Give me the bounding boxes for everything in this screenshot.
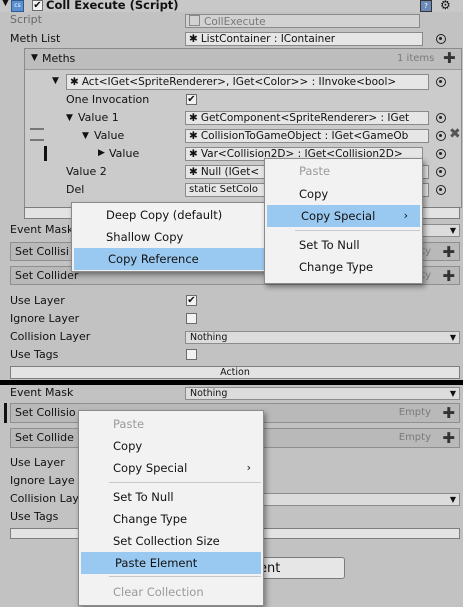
copy-special-item[interactable]: Copy Special ›	[267, 205, 420, 227]
screenshot-divider	[0, 380, 463, 385]
value2-label: Value 2	[66, 165, 107, 178]
meths-count: 1 items	[397, 53, 435, 64]
menu-separator	[295, 230, 420, 231]
meths-label: Meths	[42, 52, 76, 65]
value-inner-label: Value	[109, 147, 140, 160]
submenu-arrow-icon: ›	[403, 209, 408, 222]
paste-item: Paste	[299, 164, 331, 178]
value-foldout-icon[interactable]: ▼	[82, 131, 89, 141]
use-layer-label-bottom: Use Layer	[10, 456, 65, 469]
copy-special-label-c: Copy Special	[113, 461, 188, 475]
submenu-arrow-icon-c: ›	[246, 461, 251, 474]
meth-list-field[interactable]: ✱ ListContainer : IContainer	[185, 32, 423, 46]
value-label: Value	[94, 129, 125, 142]
collision-layer-label-bottom: Collision Lay	[10, 492, 79, 505]
script-icon: cs	[11, 0, 24, 12]
paste-item-c: Paste	[113, 417, 145, 431]
component-enabled-checkbox[interactable]: ✔	[32, 0, 43, 11]
value-inner-foldout-icon[interactable]: ▶	[98, 148, 105, 158]
use-tags-label-bottom: Use Tags	[10, 510, 59, 523]
copy-item-c[interactable]: Copy	[79, 435, 263, 457]
collision-layer-dropdown-top[interactable]: Nothing ▼	[185, 331, 460, 344]
add-set-collider-icon-bottom[interactable]: ✚	[442, 429, 455, 447]
act-picker-icon[interactable]	[436, 77, 446, 87]
copy-reference-item[interactable]: Copy Reference	[74, 248, 264, 270]
event-mask-label-bottom: Event Mask	[10, 386, 74, 399]
add-meth-icon[interactable]: ✚	[443, 49, 456, 67]
menu-separator-c1	[109, 482, 261, 483]
set-collider-label-top: Set Collider	[15, 269, 79, 282]
field-context-menu: Paste Copy Copy Special › Set To Null Ch…	[264, 158, 423, 284]
act-field[interactable]: ✱ Act<IGet<SpriteRenderer>, IGet<Color>> …	[66, 74, 429, 90]
meth-list-label: Meth List	[10, 32, 61, 45]
set-collision-empty-bottom: Empty	[398, 407, 431, 418]
act-foldout-icon[interactable]: ▼	[52, 76, 59, 86]
set-to-null-item-c[interactable]: Set To Null	[79, 486, 263, 508]
meths-foldout-icon[interactable]: ▼	[31, 53, 38, 63]
action-button-top[interactable]: Action	[10, 366, 460, 379]
help-icon[interactable]: ?	[420, 0, 432, 12]
clear-collection-item: Clear Collection	[113, 585, 204, 599]
meths-header: ▼ Meths 1 items ✚	[25, 49, 461, 70]
set-collection-size-item[interactable]: Set Collection Size	[79, 530, 263, 552]
value2-picker-icon[interactable]	[436, 167, 446, 177]
add-set-collider-icon-top[interactable]: ✚	[442, 267, 455, 285]
ignore-layer-checkbox-top[interactable]	[186, 313, 197, 324]
event-mask-dropdown-bottom[interactable]: Nothing ▼	[185, 387, 460, 400]
inspector-header: ▼ cs ✔ Coll Execute (Script) ? ⚙	[0, 0, 463, 12]
one-invocation-checkbox[interactable]: ✔	[186, 94, 197, 105]
selection-marker	[44, 146, 47, 161]
set-collider-empty-bottom: Empty	[398, 432, 431, 443]
value1-field[interactable]: ✱ GetComponent<SpriteRenderer> : IGet	[185, 111, 429, 125]
copy-mode-menu: Deep Copy (default) Shallow Copy Copy Re…	[71, 202, 267, 272]
value1-picker-icon[interactable]	[436, 113, 446, 123]
change-type-item-c[interactable]: Change Type	[79, 508, 263, 530]
use-tags-checkbox-top[interactable]	[186, 349, 197, 360]
ignore-layer-label-bottom: Ignore Laye	[10, 474, 75, 487]
change-type-item[interactable]: Change Type	[265, 256, 422, 278]
set-to-null-item[interactable]: Set To Null	[265, 234, 422, 256]
use-tags-label-top: Use Tags	[10, 348, 59, 361]
remove-element-icon[interactable]: ✖	[449, 126, 461, 142]
ignore-layer-label-top: Ignore Layer	[10, 312, 80, 325]
script-field: CollExecute	[185, 14, 420, 28]
collection-context-menu: Paste Copy Copy Special › Set To Null Ch…	[78, 410, 264, 606]
menu-separator-c2	[109, 576, 261, 577]
value-inner-picker-icon[interactable]	[436, 149, 446, 159]
collision-layer-dropdown-bottom[interactable]: ▼	[262, 493, 460, 506]
script-file-icon	[189, 15, 200, 26]
selection-marker-bottom	[4, 403, 7, 423]
copy-item[interactable]: Copy	[265, 183, 422, 205]
meth-list-picker-icon[interactable]	[436, 34, 446, 44]
set-collision-label-top: Set Collisi	[15, 245, 69, 258]
del-picker-icon[interactable]	[436, 185, 446, 195]
value1-label: Value 1	[78, 111, 119, 124]
copy-special-item-c[interactable]: Copy Special ›	[79, 457, 263, 479]
event-mask-label-top: Event Mask	[10, 223, 74, 236]
use-layer-checkbox-top[interactable]: ✔	[186, 295, 197, 306]
set-collision-label-bottom: Set Collisio	[15, 406, 76, 419]
value-picker-icon[interactable]	[436, 131, 446, 141]
shallow-copy-item[interactable]: Shallow Copy	[72, 226, 266, 248]
value1-foldout-icon[interactable]: ▼	[66, 113, 73, 123]
add-set-collision-icon-bottom[interactable]: ✚	[442, 404, 455, 422]
use-layer-label-top: Use Layer	[10, 294, 65, 307]
one-invocation-label: One Invocation	[66, 93, 150, 106]
set-collider-label-bottom: Set Collide	[15, 431, 74, 444]
value-field[interactable]: ✱ CollisionToGameObject : IGet<GameOb	[185, 129, 429, 143]
copy-special-label: Copy Special	[301, 209, 376, 223]
settings-gear-icon[interactable]: ⚙	[440, 0, 451, 12]
component-title: Coll Execute (Script)	[46, 0, 179, 12]
collision-layer-label-top: Collision Layer	[10, 330, 91, 343]
paste-element-item[interactable]: Paste Element	[81, 552, 261, 574]
deep-copy-item[interactable]: Deep Copy (default)	[72, 204, 266, 226]
foldout-arrow-icon[interactable]: ▼	[2, 0, 9, 8]
add-set-collision-icon-top[interactable]: ✚	[442, 243, 455, 261]
del-label: Del	[66, 183, 85, 196]
drag-handle-icon[interactable]	[30, 128, 44, 141]
script-label: Script	[10, 13, 42, 26]
